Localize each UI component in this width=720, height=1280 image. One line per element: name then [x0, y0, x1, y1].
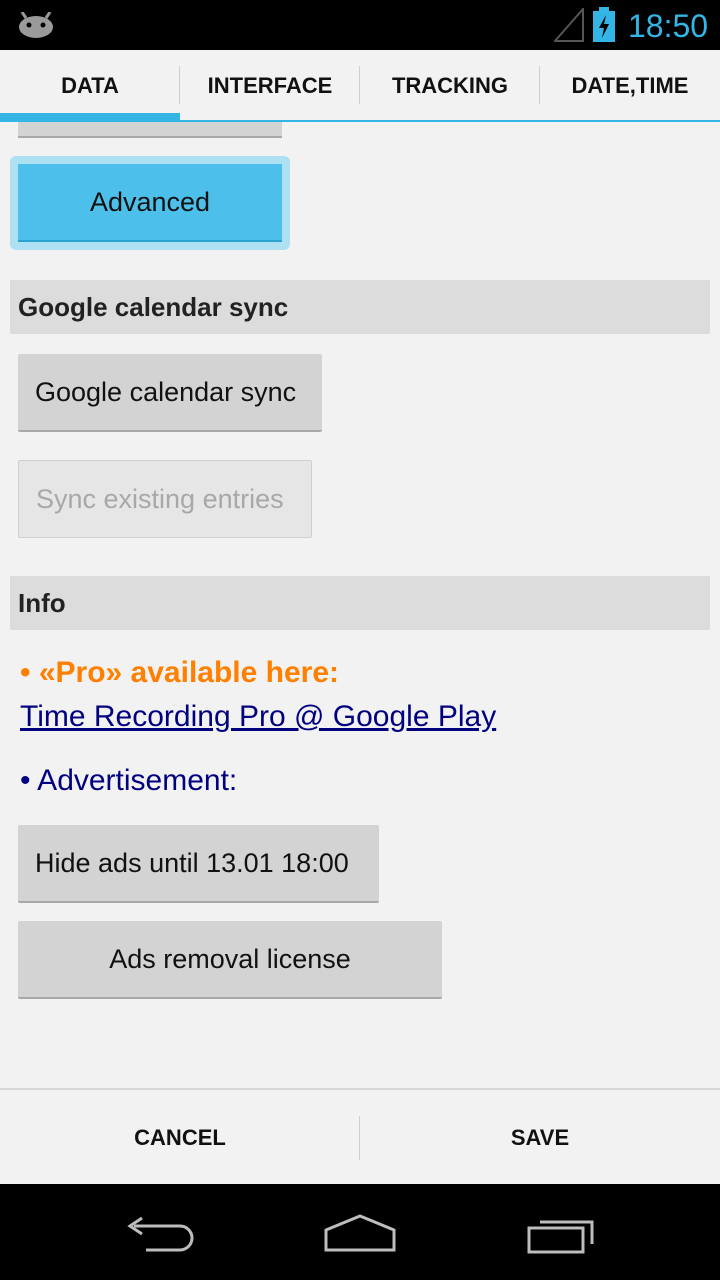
google-calendar-sync-button[interactable]: Google calendar sync: [18, 354, 322, 432]
section-header-google-sync: Google calendar sync: [10, 280, 710, 334]
tab-data[interactable]: DATA: [0, 50, 180, 122]
button-divider: [359, 1116, 360, 1160]
ads-removal-license-button[interactable]: Ads removal license: [18, 921, 442, 999]
signal-icon: [554, 8, 584, 42]
tab-label: DATA: [61, 73, 119, 98]
dialog-button-bar: CANCEL SAVE: [0, 1088, 720, 1184]
status-bar: 18:50: [0, 0, 720, 50]
partial-button[interactable]: [18, 122, 282, 138]
android-icon: [19, 12, 53, 38]
tab-label: INTERFACE: [207, 73, 333, 98]
tab-date-time[interactable]: DATE,TIME: [540, 50, 720, 122]
status-time: 18:50: [628, 8, 709, 44]
tab-bar: DATA INTERFACE TRACKING DATE,TIME: [0, 50, 720, 122]
save-button[interactable]: SAVE: [360, 1090, 720, 1184]
tab-tracking[interactable]: TRACKING: [360, 50, 540, 122]
advanced-button[interactable]: Advanced: [18, 164, 282, 242]
advertisement-label: • Advertisement:: [20, 764, 238, 797]
back-icon[interactable]: [124, 1216, 196, 1252]
tab-label: TRACKING: [391, 73, 509, 98]
tab-interface[interactable]: INTERFACE: [180, 50, 360, 122]
recent-apps-icon[interactable]: [526, 1214, 598, 1254]
settings-content[interactable]: Advanced Google calendar sync Google cal…: [0, 122, 720, 1088]
tab-label: DATE,TIME: [571, 73, 689, 98]
cancel-button[interactable]: CANCEL: [0, 1090, 360, 1184]
sync-existing-entries-button[interactable]: Sync existing entries: [18, 460, 312, 538]
section-header-info: Info: [10, 576, 710, 630]
pro-store-link[interactable]: Time Recording Pro @ Google Play: [20, 700, 496, 734]
navigation-bar: [0, 1184, 720, 1280]
battery-charging-icon: [593, 7, 615, 42]
tab-indicator: [0, 113, 180, 122]
hide-ads-button[interactable]: Hide ads until 13.01 18:00: [18, 825, 379, 903]
home-icon[interactable]: [322, 1212, 398, 1254]
pro-available-text: • «Pro» available here:: [20, 656, 339, 689]
